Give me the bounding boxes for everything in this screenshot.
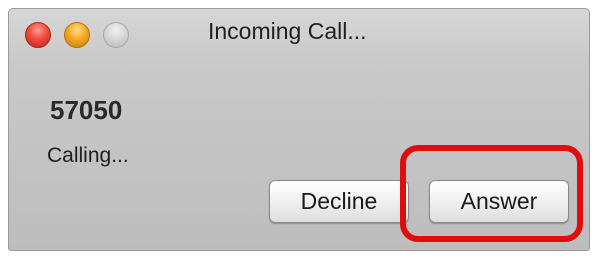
- zoom-icon: [103, 22, 129, 48]
- incoming-call-window: Incoming Call... 57050 Calling... Declin…: [8, 8, 590, 251]
- window-title: Incoming Call...: [208, 18, 367, 44]
- answer-button[interactable]: Answer: [429, 180, 569, 223]
- decline-button[interactable]: Decline: [269, 180, 409, 223]
- minimize-icon[interactable]: [64, 22, 90, 48]
- caller-number: 57050: [50, 95, 123, 125]
- title-bar: Incoming Call...: [9, 9, 589, 61]
- call-status: Calling...: [47, 144, 129, 167]
- close-icon[interactable]: [25, 22, 51, 48]
